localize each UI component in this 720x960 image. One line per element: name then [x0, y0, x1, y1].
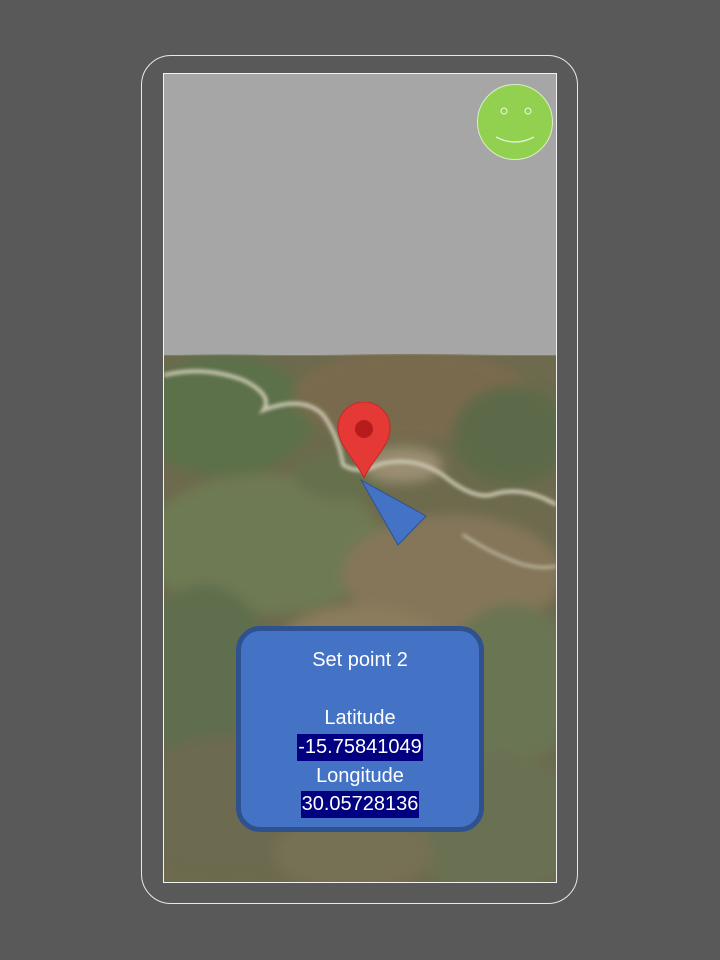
card-title: Set point 2 [312, 649, 408, 671]
latitude-label: Latitude [324, 707, 396, 729]
set-point-card[interactable]: Set point 2 Latitude -15.75841049 Longit… [236, 626, 484, 832]
map-pin-icon[interactable] [334, 402, 394, 482]
direction-arrow-icon [359, 478, 427, 546]
smiley-face-icon[interactable] [477, 84, 553, 160]
smiley-face-graphic [495, 107, 535, 143]
longitude-value[interactable]: 30.05728136 [300, 791, 420, 818]
latitude-value[interactable]: -15.75841049 [297, 734, 423, 761]
longitude-label: Longitude [316, 765, 404, 787]
